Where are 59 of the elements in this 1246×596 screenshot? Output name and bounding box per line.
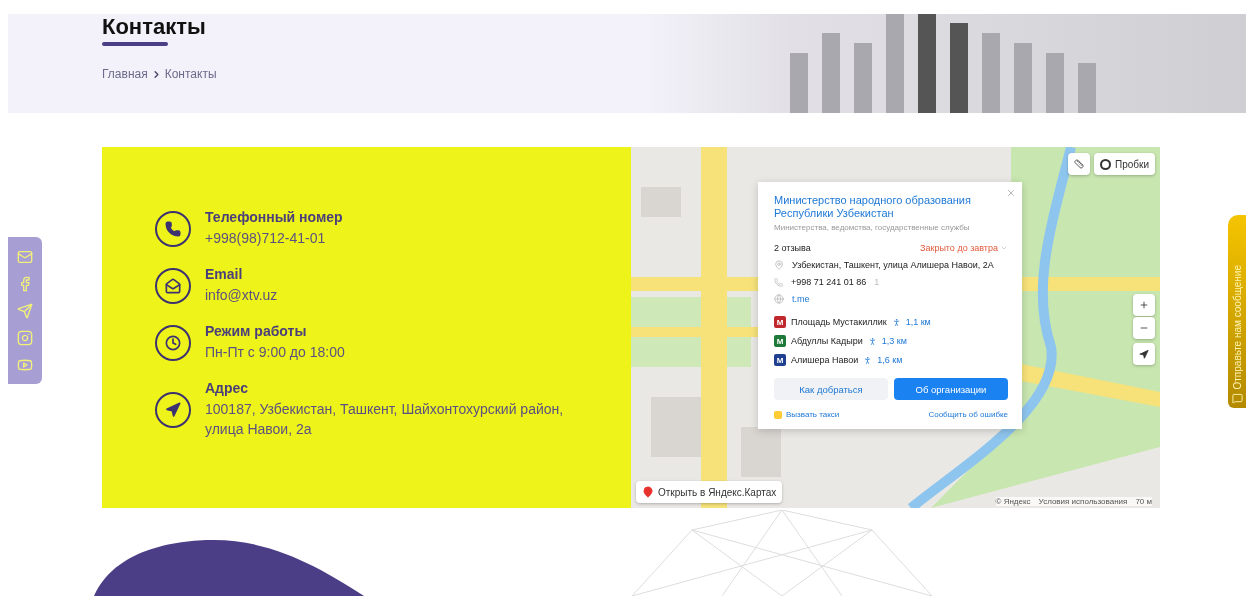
contact-label: Email [205, 266, 244, 282]
place-category: Министерства, ведомства, государственные службы [774, 223, 971, 232]
contact-value: 100187, Узбекистан, Ташкент, Шайхонтохурский район, улица Навои, 2а [205, 400, 565, 439]
metro-station: Площадь Мустакиллик [791, 317, 887, 327]
ruler-button[interactable] [1068, 153, 1090, 175]
about-button[interactable]: Об организации [894, 378, 1008, 400]
walking-person-icon [891, 317, 901, 327]
metro-icon: M [774, 335, 786, 347]
clock-icon-circle [155, 324, 191, 361]
phone-icon [774, 277, 783, 287]
contact-label: Телефонный номер [205, 209, 343, 225]
navigation-arrow-icon-circle [155, 391, 191, 428]
instagram-icon[interactable] [17, 329, 33, 346]
close-icon[interactable] [1006, 188, 1016, 198]
metro-station: Алишера Навои [791, 355, 859, 365]
metro-station: Абдуллы Кадыри [791, 336, 863, 346]
place-title[interactable]: Министерство народного образования Республики Узбекистан [774, 194, 984, 220]
send-icon[interactable] [17, 302, 33, 319]
walking-person-icon [863, 355, 873, 365]
contact-label: Адрес [205, 380, 249, 396]
open-in-maps-link[interactable]: Открыть в Яндекс.Картах [636, 481, 783, 503]
globe-icon [774, 294, 784, 304]
message-icon [1231, 393, 1243, 404]
taxi-link[interactable]: Вызвать такси [774, 410, 840, 419]
address-text: Узбекистан, Ташкент, улица Алишера Навои, 2А [792, 260, 994, 270]
page-title: Контакты [102, 16, 207, 38]
scale-label: 70 м [1135, 497, 1152, 506]
metro-icon: M [774, 316, 786, 328]
report-error-link[interactable]: Сообщить об ошибке [928, 410, 1008, 419]
map-pin-icon [642, 486, 654, 498]
location-button[interactable] [1133, 343, 1155, 365]
traffic-button[interactable]: Пробки [1094, 153, 1155, 175]
hours-status[interactable]: Закрыто до завтра [920, 243, 998, 253]
breadcrumb-link[interactable]: Контакты [164, 67, 217, 81]
ruler-icon [1074, 158, 1084, 170]
walking-distance: 1,6 км [877, 355, 903, 365]
route-button[interactable]: Как добраться [774, 378, 888, 400]
contact-value: info@xtv.uz [205, 286, 278, 305]
reviews-count[interactable]: 2 отзыва [774, 243, 811, 253]
envelope-icon-circle [155, 267, 191, 304]
breadcrumb-link[interactable]: Главная [102, 67, 148, 81]
walking-person-icon [867, 336, 877, 346]
phone-text: +998 71 241 01 86 [791, 277, 867, 287]
contact-value: +998(98)712-41-01 [205, 229, 327, 248]
mail-icon[interactable] [17, 248, 33, 265]
walking-distance: 1,1 км [905, 317, 931, 327]
contact-label: Режим работы [205, 323, 308, 339]
phone-icon-circle [155, 210, 191, 247]
contact-value: Пн-Пт с 9:00 до 18:00 [205, 343, 345, 362]
pin-icon [774, 260, 784, 270]
website-link[interactable]: t.me [792, 294, 810, 304]
walking-distance: 1,3 км [881, 336, 907, 346]
navigation-arrow-icon [1139, 348, 1149, 360]
chevron-down-icon[interactable] [1000, 244, 1008, 252]
zoom-in-button[interactable] [1133, 294, 1155, 316]
metro-icon: M [774, 354, 786, 366]
plus-icon [1139, 299, 1149, 311]
copyright-text: © Яндекс [995, 497, 1031, 506]
terms-link[interactable]: Условия использования [1038, 497, 1128, 506]
